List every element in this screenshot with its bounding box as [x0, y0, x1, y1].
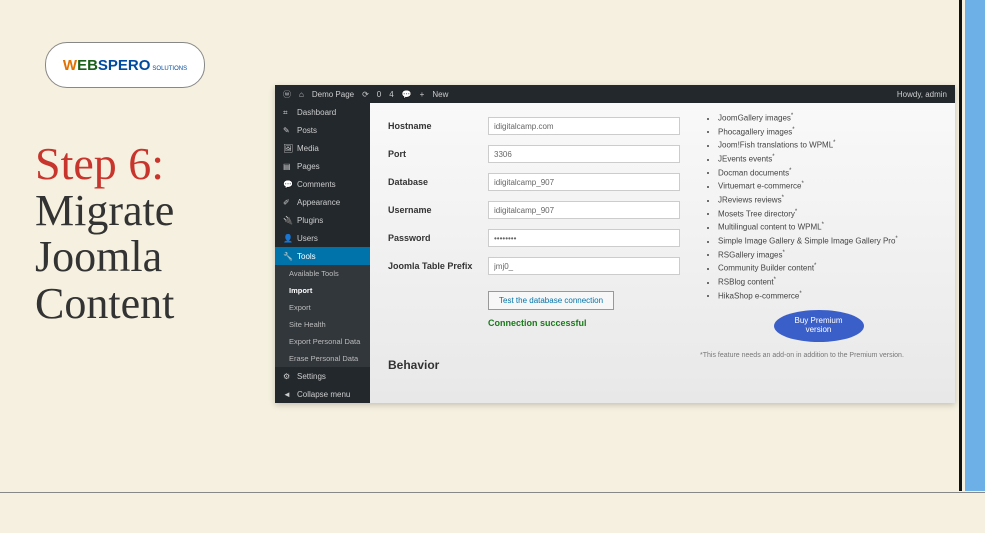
list-item: Community Builder content*: [718, 263, 937, 273]
updates-icon[interactable]: ⟳: [362, 90, 369, 99]
feature-list-column: JoomGallery images* Phocagallery images*…: [690, 103, 955, 403]
premium-footnote: *This feature needs an add-on in additio…: [700, 352, 937, 359]
sidebar-item-posts[interactable]: ✎Posts: [275, 121, 370, 139]
port-label: Port: [388, 149, 488, 159]
howdy-user[interactable]: Howdy, admin: [897, 90, 947, 99]
test-connection-button[interactable]: Test the database connection: [488, 291, 614, 310]
list-item: JEvents events*: [718, 154, 937, 164]
sidebar-sub-available-tools[interactable]: Available Tools: [275, 265, 370, 282]
hostname-label: Hostname: [388, 121, 488, 131]
list-item: RSBlog content*: [718, 277, 937, 287]
step-number: Step 6:: [35, 140, 265, 188]
sidebar-item-users[interactable]: 👤Users: [275, 229, 370, 247]
username-label: Username: [388, 205, 488, 215]
wp-logo-icon[interactable]: ⓦ: [283, 89, 291, 100]
list-item: Docman documents*: [718, 168, 937, 178]
title-line1: Migrate: [35, 188, 265, 234]
dashboard-icon: ⌗: [283, 108, 292, 117]
logo-part-spero: SPERO: [98, 57, 151, 74]
list-item: RSGallery images*: [718, 250, 937, 260]
port-input[interactable]: [488, 145, 680, 163]
sidebar-item-media[interactable]: 🖼Media: [275, 139, 370, 157]
admin-bar: ⓦ ⌂ Demo Page ⟳ 0 4 💬 + New Howdy, admin: [275, 85, 955, 103]
logo-text: WEBSPEROSOLUTIONS: [63, 57, 187, 74]
database-input[interactable]: [488, 173, 680, 191]
sidebar-sub-import[interactable]: Import: [275, 282, 370, 299]
prefix-input[interactable]: [488, 257, 680, 275]
bottom-guide-line: [0, 492, 985, 493]
comment-icon[interactable]: 💬: [402, 90, 412, 99]
password-input[interactable]: [488, 229, 680, 247]
admin-sidebar: ⌗Dashboard ✎Posts 🖼Media ▤Pages 💬Comment…: [275, 103, 370, 403]
collapse-icon: ◄: [283, 390, 292, 399]
sidebar-item-pages[interactable]: ▤Pages: [275, 157, 370, 175]
comments-count[interactable]: 4: [389, 90, 393, 99]
step-title: Step 6: Migrate Joomla Content: [35, 140, 265, 327]
title-line3: Content: [35, 281, 265, 327]
sidebar-sub-site-health[interactable]: Site Health: [275, 316, 370, 333]
list-item: Simple Image Gallery & Simple Image Gall…: [718, 236, 937, 246]
logo-part-eb: EB: [77, 57, 98, 74]
user-icon: 👤: [283, 234, 292, 243]
sidebar-sub-erase-personal[interactable]: Erase Personal Data: [275, 350, 370, 367]
wp-admin-screenshot: ⓦ ⌂ Demo Page ⟳ 0 4 💬 + New Howdy, admin…: [275, 85, 955, 403]
sidebar-item-appearance[interactable]: ✐Appearance: [275, 193, 370, 211]
hostname-input[interactable]: [488, 117, 680, 135]
comment-icon: 💬: [283, 180, 292, 189]
pin-icon: ✎: [283, 126, 292, 135]
updates-count: 0: [377, 90, 381, 99]
list-item: HikaShop e-commerce*: [718, 291, 937, 301]
page-icon: ▤: [283, 162, 292, 171]
db-form: Hostname Port Database Username Password…: [370, 103, 690, 403]
home-icon[interactable]: ⌂: [299, 90, 304, 99]
title-line2: Joomla: [35, 234, 265, 280]
buy-line2: version: [806, 326, 832, 335]
main-content: Hostname Port Database Username Password…: [370, 103, 955, 403]
media-icon: 🖼: [283, 144, 292, 153]
plug-icon: 🔌: [283, 216, 292, 225]
list-item: Multilingual content to WPML*: [718, 222, 937, 232]
logo-part-w: W: [63, 57, 77, 74]
logo: WEBSPEROSOLUTIONS: [45, 42, 205, 88]
wrench-icon: 🔧: [283, 252, 292, 261]
list-item: Virtuemart e-commerce*: [718, 181, 937, 191]
sidebar-sub-export-personal[interactable]: Export Personal Data: [275, 333, 370, 350]
sidebar-collapse[interactable]: ◄Collapse menu: [275, 385, 370, 403]
sidebar-item-settings[interactable]: ⚙Settings: [275, 367, 370, 385]
plus-icon[interactable]: +: [420, 90, 425, 99]
sidebar-item-tools[interactable]: 🔧Tools: [275, 247, 370, 265]
buy-premium-button[interactable]: Buy Premium version: [774, 310, 864, 342]
list-item: JReviews reviews*: [718, 195, 937, 205]
sidebar-item-dashboard[interactable]: ⌗Dashboard: [275, 103, 370, 121]
gear-icon: ⚙: [283, 372, 292, 381]
blue-strip-decoration: [965, 0, 985, 491]
list-item: Mosets Tree directory*: [718, 209, 937, 219]
database-label: Database: [388, 177, 488, 187]
list-item: Phocagallery images*: [718, 127, 937, 137]
feature-list: JoomGallery images* Phocagallery images*…: [700, 113, 937, 300]
prefix-label: Joomla Table Prefix: [388, 261, 488, 271]
behavior-heading: Behavior: [388, 358, 680, 372]
sidebar-sub-export[interactable]: Export: [275, 299, 370, 316]
username-input[interactable]: [488, 201, 680, 219]
brush-icon: ✐: [283, 198, 292, 207]
logo-sub: SOLUTIONS: [152, 66, 187, 72]
site-name[interactable]: Demo Page: [312, 90, 354, 99]
new-label[interactable]: New: [432, 90, 448, 99]
sidebar-item-comments[interactable]: 💬Comments: [275, 175, 370, 193]
connection-success-msg: Connection successful: [488, 318, 680, 328]
password-label: Password: [388, 233, 488, 243]
sidebar-item-plugins[interactable]: 🔌Plugins: [275, 211, 370, 229]
list-item: Joom!Fish translations to WPML*: [718, 140, 937, 150]
list-item: JoomGallery images*: [718, 113, 937, 123]
